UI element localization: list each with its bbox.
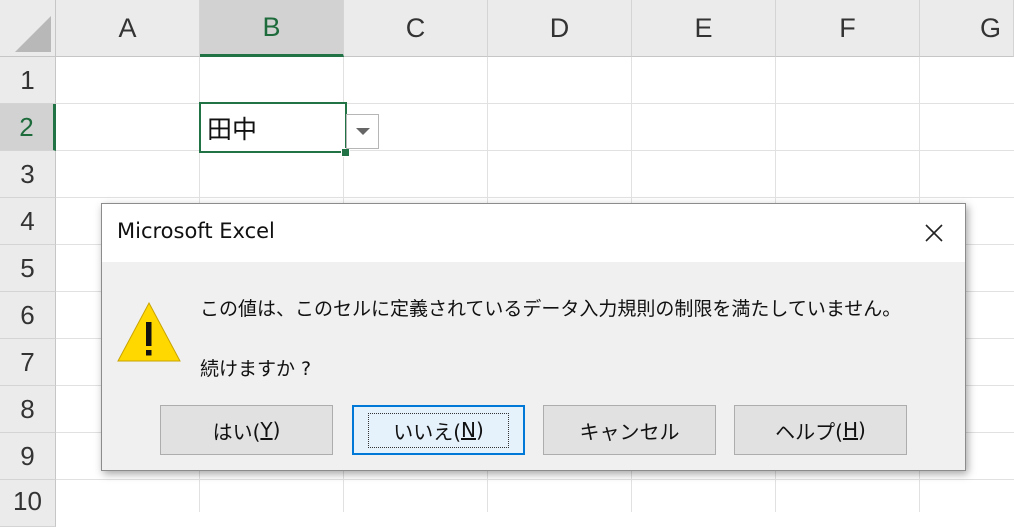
cancel-button[interactable]: キャンセル <box>543 405 716 455</box>
column-header-f[interactable]: F <box>776 0 920 57</box>
column-header-d[interactable]: D <box>488 0 632 57</box>
close-icon <box>925 224 943 242</box>
row-header-9[interactable]: 9 <box>0 433 56 480</box>
yes-button[interactable]: はい(Y) <box>160 405 333 455</box>
validation-error-dialog: Microsoft Excel この値は、このセルに定義されているデータ入力規則… <box>101 203 966 471</box>
close-button[interactable] <box>913 212 955 254</box>
help-button[interactable]: ヘルプ(H) <box>734 405 907 455</box>
validation-dropdown-button[interactable] <box>346 114 379 149</box>
active-cell-value: 田中 <box>207 114 258 144</box>
chevron-down-icon <box>355 128 370 135</box>
row-header-4[interactable]: 4 <box>0 198 56 245</box>
row-header-8[interactable]: 8 <box>0 386 56 433</box>
yes-button-label: はい(Y) <box>212 418 281 444</box>
dialog-message: この値は、このセルに定義されているデータ入力規則の制限を満たしていません。 <box>200 298 902 320</box>
no-button[interactable]: いいえ(N) <box>352 405 525 455</box>
no-button-label: いいえ(N) <box>368 412 509 448</box>
cancel-button-label: キャンセル <box>579 419 680 444</box>
column-header-e[interactable]: E <box>632 0 776 57</box>
row-header-1[interactable]: 1 <box>0 57 56 104</box>
fill-handle[interactable] <box>341 148 350 157</box>
active-cell-b2[interactable]: 田中 <box>199 102 347 153</box>
column-header-g[interactable]: G <box>920 0 1014 57</box>
row-header-2[interactable]: 2 <box>0 104 56 151</box>
help-button-label: ヘルプ(H) <box>775 418 866 444</box>
select-all-button[interactable] <box>0 0 56 57</box>
row-header-7[interactable]: 7 <box>0 339 56 386</box>
select-all-triangle-icon <box>15 16 51 52</box>
gridline <box>56 479 1014 480</box>
gridline <box>56 197 1014 198</box>
row-header-3[interactable]: 3 <box>0 151 56 198</box>
warning-icon <box>117 301 181 362</box>
dialog-title: Microsoft Excel <box>117 219 275 243</box>
dialog-titlebar: Microsoft Excel <box>102 204 965 262</box>
column-header-a[interactable]: A <box>56 0 200 57</box>
column-header-b[interactable]: B <box>200 0 344 57</box>
column-header-c[interactable]: C <box>344 0 488 57</box>
row-header-10[interactable]: 10 <box>0 480 56 527</box>
dialog-question: 続けますか ? <box>200 358 312 380</box>
row-header-5[interactable]: 5 <box>0 245 56 292</box>
row-header-6[interactable]: 6 <box>0 292 56 339</box>
